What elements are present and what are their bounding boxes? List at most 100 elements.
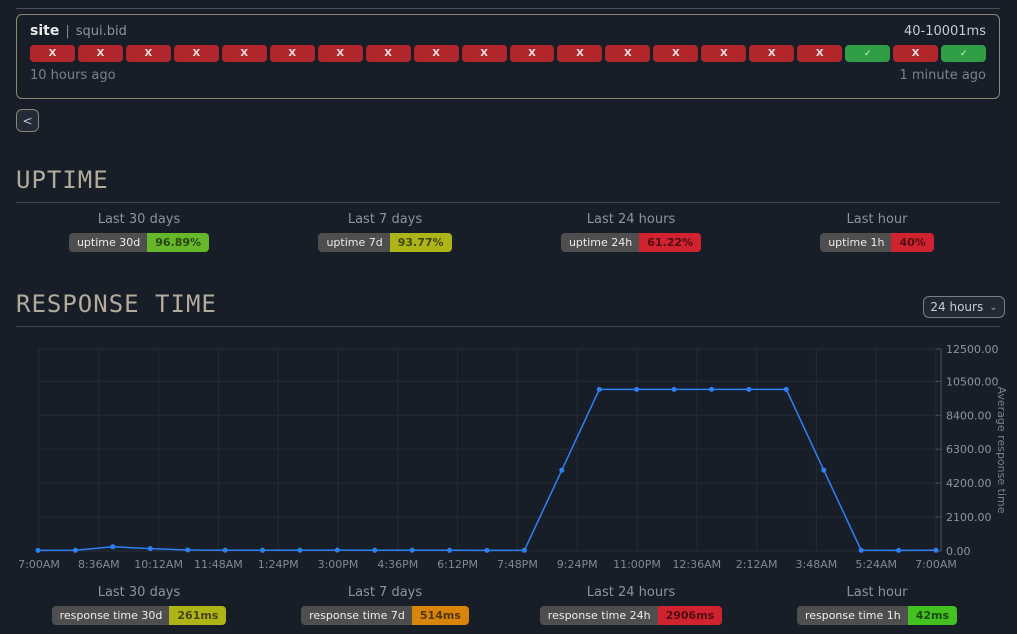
data-point <box>934 548 939 553</box>
data-point <box>821 468 826 473</box>
response-time-section-title: RESPONSE TIME <box>16 290 1000 327</box>
data-point <box>709 387 714 392</box>
uptime-section-title: UPTIME <box>16 166 1000 203</box>
response-range-label: 40-10001ms <box>904 24 986 39</box>
data-point <box>634 387 639 392</box>
status-box-down[interactable]: X <box>701 45 746 62</box>
back-button[interactable]: < <box>16 109 39 132</box>
x-axis-tick-label: 1:24PM <box>258 558 299 571</box>
history-start-time: 10 hours ago <box>30 68 116 83</box>
monitor-card: site | squi.bid 40-10001ms XXXXXXXXXXXXX… <box>16 14 1000 99</box>
status-history: XXXXXXXXXXXXXXXXX✓X✓ <box>30 45 986 62</box>
badge-value: 40% <box>891 233 933 252</box>
monitor-separator: | <box>65 24 69 39</box>
uptime-col-30d: Last 30 days uptime 30d 96.89% <box>16 212 262 252</box>
data-point <box>859 548 864 553</box>
y-axis-tick-label: 8400.00 <box>946 409 992 422</box>
status-box-down[interactable]: X <box>270 45 315 62</box>
response-col-24h: Last 24 hours response time 24h 2906ms <box>508 585 754 625</box>
status-box-down[interactable]: X <box>126 45 171 62</box>
data-point <box>784 387 789 392</box>
time-range-select[interactable]: 24 hours ⌄ <box>923 296 1005 318</box>
x-axis-tick-label: 3:00PM <box>318 558 359 571</box>
badge-label: response time 30d <box>52 606 170 625</box>
uptime-col-24h: Last 24 hours uptime 24h 61.22% <box>508 212 754 252</box>
status-box-down[interactable]: X <box>462 45 507 62</box>
monitor-domain: squi.bid <box>76 24 127 39</box>
x-axis-tick-label: 5:24AM <box>855 558 897 571</box>
badge-value: 514ms <box>412 606 469 625</box>
y-axis-tick-label: 6300.00 <box>946 443 992 456</box>
response-col-30d: Last 30 days response time 30d 261ms <box>16 585 262 625</box>
status-box-down[interactable]: X <box>653 45 698 62</box>
status-box-down[interactable]: X <box>557 45 602 62</box>
chevron-down-icon: ⌄ <box>989 302 997 313</box>
uptime-badge-1h: uptime 1h 40% <box>820 233 934 252</box>
period-title: Last 7 days <box>348 212 422 227</box>
data-point <box>410 548 415 553</box>
badge-label: uptime 30d <box>69 233 147 252</box>
badge-label: uptime 24h <box>561 233 639 252</box>
data-point <box>260 548 265 553</box>
x-axis-tick-label: 9:24PM <box>557 558 598 571</box>
period-title: Last 30 days <box>98 585 181 600</box>
x-axis-tick-label: 7:00AM <box>915 558 957 571</box>
data-point <box>597 387 602 392</box>
x-axis-tick-label: 6:12PM <box>437 558 478 571</box>
data-point <box>148 546 153 551</box>
data-point <box>672 387 677 392</box>
badge-value: 61.22% <box>639 233 701 252</box>
status-box-down[interactable]: X <box>749 45 794 62</box>
data-point <box>447 548 452 553</box>
response-time-chart: 12500.0010500.008400.006300.004200.00210… <box>0 335 1017 580</box>
badge-value: 42ms <box>908 606 957 625</box>
period-title: Last 24 hours <box>587 585 675 600</box>
data-point <box>73 548 78 553</box>
status-box-down[interactable]: X <box>510 45 555 62</box>
status-box-up[interactable]: ✓ <box>845 45 890 62</box>
data-point <box>746 387 751 392</box>
x-axis-tick-label: 3:48AM <box>796 558 838 571</box>
status-box-down[interactable]: X <box>366 45 411 62</box>
x-axis-tick-label: 4:36PM <box>377 558 418 571</box>
data-point <box>297 548 302 553</box>
data-point <box>110 544 115 549</box>
badge-label: response time 24h <box>540 606 658 625</box>
data-point <box>185 548 190 553</box>
uptime-badge-30d: uptime 30d 96.89% <box>69 233 209 252</box>
status-box-down[interactable]: X <box>797 45 842 62</box>
uptime-badge-7d: uptime 7d 93.77% <box>318 233 451 252</box>
x-axis-tick-label: 8:36AM <box>78 558 120 571</box>
x-axis-tick-label: 7:48PM <box>497 558 538 571</box>
data-point <box>36 548 41 553</box>
period-title: Last 30 days <box>98 212 181 227</box>
y-axis-title: Average response time <box>995 387 1008 514</box>
badge-label: response time 7d <box>301 606 412 625</box>
status-box-down[interactable]: X <box>222 45 267 62</box>
period-title: Last hour <box>847 212 908 227</box>
monitor-card-header: site | squi.bid 40-10001ms <box>30 23 986 39</box>
status-box-down[interactable]: X <box>414 45 459 62</box>
data-point <box>335 548 340 553</box>
badge-value: 93.77% <box>390 233 452 252</box>
status-box-down[interactable]: X <box>893 45 938 62</box>
status-box-down[interactable]: X <box>78 45 123 62</box>
status-box-down[interactable]: X <box>174 45 219 62</box>
status-box-down[interactable]: X <box>30 45 75 62</box>
y-axis-tick-label: 4200.00 <box>946 477 992 490</box>
response-col-1h: Last hour response time 1h 42ms <box>754 585 1000 625</box>
x-axis-tick-label: 11:48AM <box>194 558 243 571</box>
response-time-line <box>38 389 936 550</box>
status-box-down[interactable]: X <box>605 45 650 62</box>
x-axis-tick-label: 12:36AM <box>672 558 721 571</box>
y-axis-tick-label: 2100.00 <box>946 511 992 524</box>
status-box-up[interactable]: ✓ <box>941 45 986 62</box>
status-box-down[interactable]: X <box>318 45 363 62</box>
uptime-col-1h: Last hour uptime 1h 40% <box>754 212 1000 252</box>
uptime-stats-row: Last 30 days uptime 30d 96.89% Last 7 da… <box>16 212 1000 252</box>
x-axis-tick-label: 7:00AM <box>18 558 60 571</box>
period-title: Last 24 hours <box>587 212 675 227</box>
response-badge-30d: response time 30d 261ms <box>52 606 227 625</box>
data-point <box>223 548 228 553</box>
badge-label: uptime 1h <box>820 233 891 252</box>
